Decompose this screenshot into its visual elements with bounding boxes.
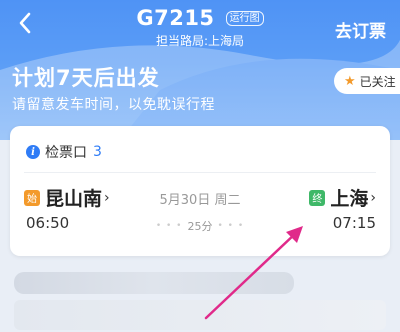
duration-dots-left: • • •: [155, 221, 183, 231]
info-icon[interactable]: i: [26, 145, 40, 159]
book-ticket-button[interactable]: 去订票: [335, 17, 386, 42]
arrival-station-name: 上海: [330, 188, 369, 210]
gate-label: 检票口: [45, 145, 87, 161]
follow-button[interactable]: ★ 已关注: [334, 68, 400, 94]
train-number: G7215: [136, 6, 215, 30]
chevron-right-icon: ›: [370, 189, 376, 206]
duration-text: 25分: [187, 220, 213, 233]
blurred-content: [14, 272, 294, 294]
ticket-gate: i 检票口 3: [26, 142, 102, 162]
departure-headline: 计划7天后出发: [12, 66, 160, 90]
schedule-tag[interactable]: 运行图: [225, 10, 264, 26]
star-icon: ★: [344, 73, 356, 89]
arrival-time: 07:15: [332, 214, 376, 232]
departure-reminder: 请留意发车时间，以免耽误行程: [12, 97, 215, 113]
arrival-station[interactable]: 终 上海 ›: [309, 184, 376, 211]
divider: [24, 172, 376, 173]
end-badge: 终: [309, 189, 326, 206]
gate-value: 3: [93, 144, 102, 160]
trip-card: i 检票口 3 始 昆山南 › 5月30日 周二 终 上海 › 06:50 • …: [10, 126, 390, 256]
follow-label: 已关注: [359, 74, 396, 89]
duration-dots-right: • • •: [217, 221, 245, 231]
blurred-content: [14, 300, 386, 330]
